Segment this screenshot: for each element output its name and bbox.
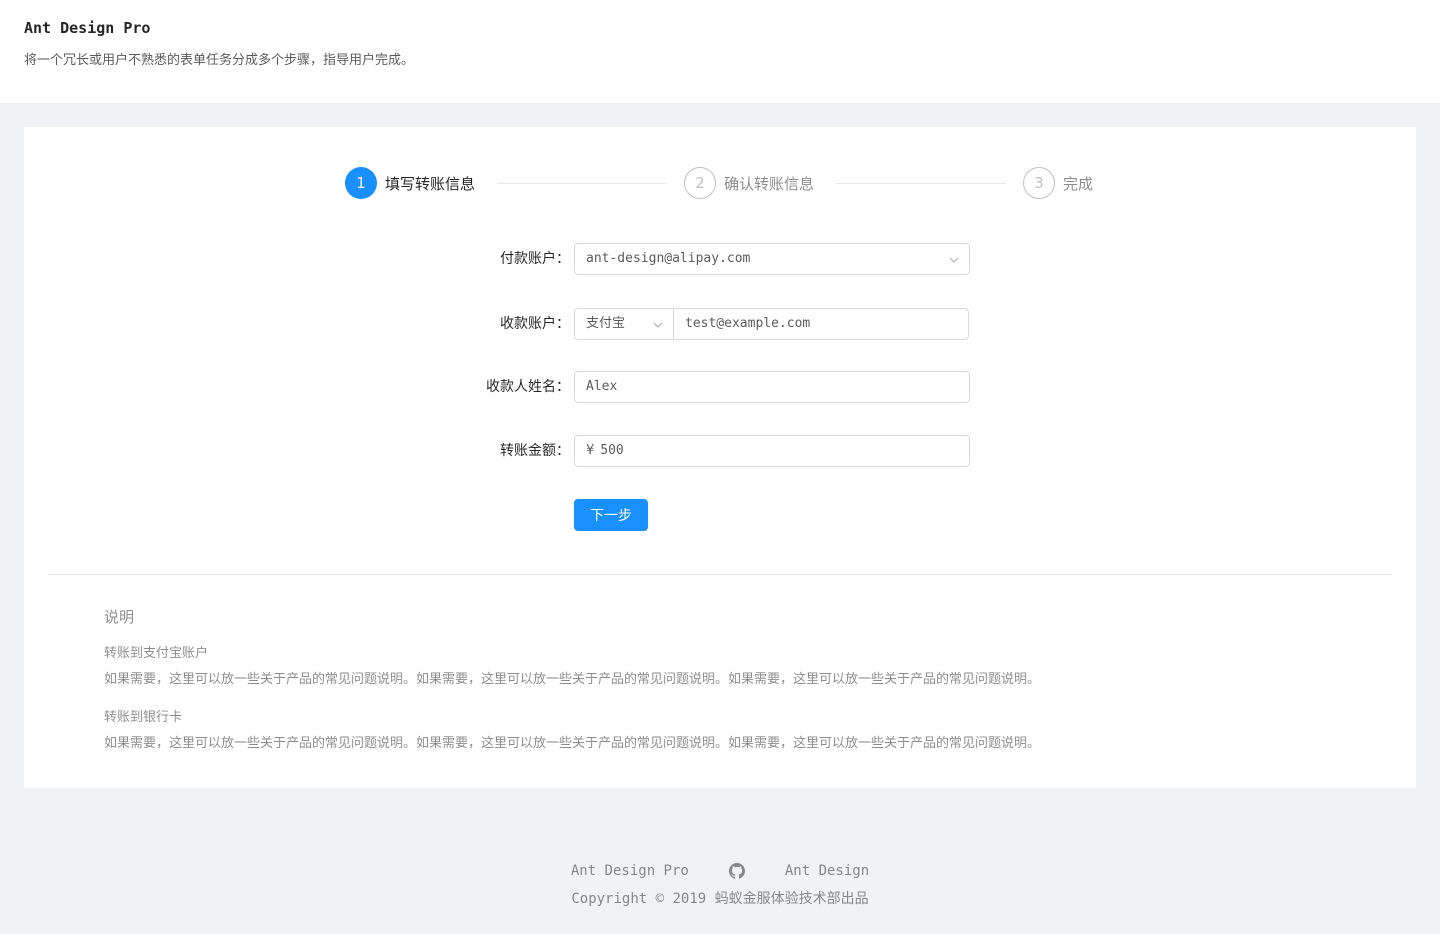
chevron-down-icon xyxy=(653,322,663,328)
chevron-down-icon xyxy=(949,257,959,263)
step-1-title: 填写转账信息 xyxy=(385,174,476,193)
step-form-card: 1 填写转账信息 2 确认转账信息 3 完成 付款账户： ant-design@… xyxy=(24,127,1416,788)
footer-copyright: Copyright © 2019 蚂蚁金服体验技术部出品 xyxy=(571,891,869,907)
footer-link-ant-design[interactable]: Ant Design xyxy=(785,863,869,879)
page-header: Ant Design Pro 将一个冗长或用户不熟悉的表单任务分成多个步骤，指导… xyxy=(0,0,1440,103)
receiver-name-input[interactable]: Alex xyxy=(574,371,970,403)
steps: 1 填写转账信息 2 确认转账信息 3 完成 xyxy=(345,167,1095,199)
step-1: 1 填写转账信息 xyxy=(345,167,475,199)
form-row-payer: 付款账户： ant-design@alipay.com xyxy=(24,243,1416,275)
description-text-1: 如果需要，这里可以放一些关于产品的常见问题说明。如果需要，这里可以放一些关于产品… xyxy=(104,672,1041,687)
description-title: 说明 xyxy=(104,608,135,626)
receiver-name-label: 收款人姓名： xyxy=(486,379,570,395)
footer-links: Ant Design Pro Ant Design xyxy=(0,858,1440,884)
description-text-2: 如果需要，这里可以放一些关于产品的常见问题说明。如果需要，这里可以放一些关于产品… xyxy=(104,736,1041,751)
footer-link-ant-design-pro[interactable]: Ant Design Pro xyxy=(571,863,689,879)
amount-value: 500 xyxy=(600,443,624,458)
step-2-title: 确认转账信息 xyxy=(724,174,815,193)
divider xyxy=(48,574,1392,575)
step-3-icon: 3 xyxy=(1023,167,1055,199)
receiver-label: 收款账户： xyxy=(500,316,570,332)
amount-label: 转账金额： xyxy=(500,443,570,459)
github-link[interactable] xyxy=(728,863,745,879)
receiver-type-select[interactable]: 支付宝 xyxy=(574,308,674,340)
description-heading-1: 转账到支付宝账户 xyxy=(104,646,209,661)
page-description: 将一个冗长或用户不熟悉的表单任务分成多个步骤，指导用户完成。 xyxy=(24,53,415,68)
step-3: 3 完成 xyxy=(1023,167,1093,199)
description-section: 说明 转账到支付宝账户 如果需要，这里可以放一些关于产品的常见问题说明。如果需要… xyxy=(104,605,1304,755)
step-3-title: 完成 xyxy=(1063,174,1094,193)
amount-input[interactable]: ¥500 xyxy=(574,435,970,467)
next-step-button[interactable]: 下一步 xyxy=(574,499,648,531)
receiver-account-value: test@example.com xyxy=(685,316,811,331)
receiver-type-value: 支付宝 xyxy=(586,316,626,331)
step-2-icon: 2 xyxy=(684,167,716,199)
currency-prefix: ¥ xyxy=(586,443,595,458)
form-row-receiver-name: 收款人姓名： Alex xyxy=(24,371,1416,403)
description-heading-2: 转账到银行卡 xyxy=(104,710,183,725)
receiver-name-value: Alex xyxy=(586,379,618,394)
step-tail-2 xyxy=(836,183,1006,184)
form-row-amount: 转账金额： ¥500 xyxy=(24,435,1416,467)
payer-label: 付款账户： xyxy=(500,251,570,267)
step-2: 2 确认转账信息 xyxy=(684,167,814,199)
step-tail-1 xyxy=(497,183,667,184)
page-title: Ant Design Pro xyxy=(24,19,151,37)
payer-select[interactable]: ant-design@alipay.com xyxy=(574,243,970,275)
global-footer: Ant Design Pro Ant Design Copyright © 20… xyxy=(0,858,1440,910)
github-icon xyxy=(728,863,745,879)
payer-value: ant-design@alipay.com xyxy=(586,251,751,266)
step-1-icon: 1 xyxy=(345,167,377,199)
receiver-account-input[interactable]: test@example.com xyxy=(673,308,969,340)
form-row-receiver: 收款账户： 支付宝 test@example.com xyxy=(24,308,1416,340)
